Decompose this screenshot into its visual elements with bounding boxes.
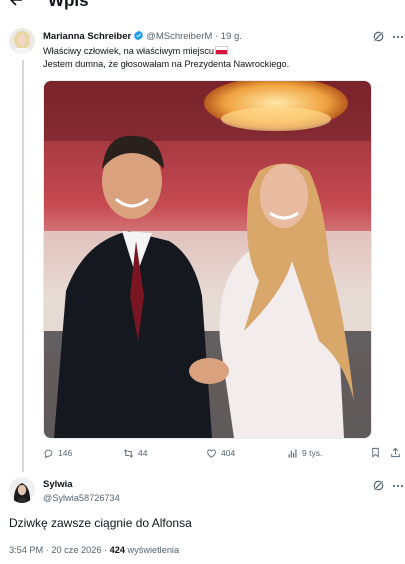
grok-icon[interactable] [372, 479, 385, 492]
share-icon[interactable] [390, 447, 401, 458]
post-text-line-1: Właściwy człowiek, na właściwym miejscu [43, 46, 215, 56]
more-icon[interactable] [392, 480, 404, 492]
arrow-left-icon[interactable] [8, 0, 24, 8]
reply-button[interactable]: 146 [43, 446, 72, 460]
post-actions: 146 44 404 9 tys. [43, 446, 403, 460]
top-bar: Wpis [0, 0, 405, 12]
post-photo[interactable] [43, 80, 372, 439]
more-icon[interactable] [392, 31, 404, 43]
author-handle[interactable]: @MSchreiberM [146, 31, 212, 42]
repost-count: 44 [138, 448, 148, 458]
repost-button[interactable]: 44 [123, 446, 147, 460]
like-icon [207, 449, 216, 458]
views-count: 9 tys. [302, 448, 323, 458]
like-button[interactable]: 404 [206, 446, 235, 460]
reply-text: Dziwkę zawsze ciągnie do Alfonsa [9, 516, 192, 530]
thread-line [22, 60, 24, 472]
reply-count: 146 [58, 448, 73, 458]
views-button[interactable]: 9 tys. [287, 446, 322, 460]
author-name[interactable]: Marianna Schreiber [43, 31, 131, 42]
reply-views-count: 424 [109, 545, 125, 555]
post-time[interactable]: · 19 g. [215, 31, 242, 42]
post-text: Właściwy człowiek, na właściwym miejscu … [43, 45, 289, 71]
reply-icon [44, 449, 53, 458]
grok-icon[interactable] [372, 30, 385, 43]
page-title: Wpis [48, 0, 89, 10]
reply-meta: 3:54 PM · 20 cze 2026 · 424 wyświetlenia [9, 544, 179, 556]
post-text-line-2: Jestem dumna, że głosowałam na Prezydent… [43, 59, 290, 69]
like-count: 404 [221, 448, 236, 458]
verified-badge-icon [134, 30, 144, 41]
poland-flag-icon [215, 45, 229, 55]
avatar[interactable] [9, 28, 35, 54]
reply-timestamp[interactable]: 3:54 PM · 20 cze 2026 · [9, 545, 110, 555]
repost-icon [124, 448, 133, 458]
reply-views-label: wyświetlenia [124, 545, 180, 555]
reply-author-handle[interactable]: @Sylwia58726734 [43, 492, 120, 504]
post-author-line: Marianna Schreiber @MSchreiberM · 19 g. [43, 30, 242, 43]
reply-author-name[interactable]: Sylwia [43, 479, 73, 491]
avatar[interactable] [9, 477, 35, 503]
views-icon [288, 448, 297, 458]
bookmark-icon[interactable] [370, 447, 381, 458]
